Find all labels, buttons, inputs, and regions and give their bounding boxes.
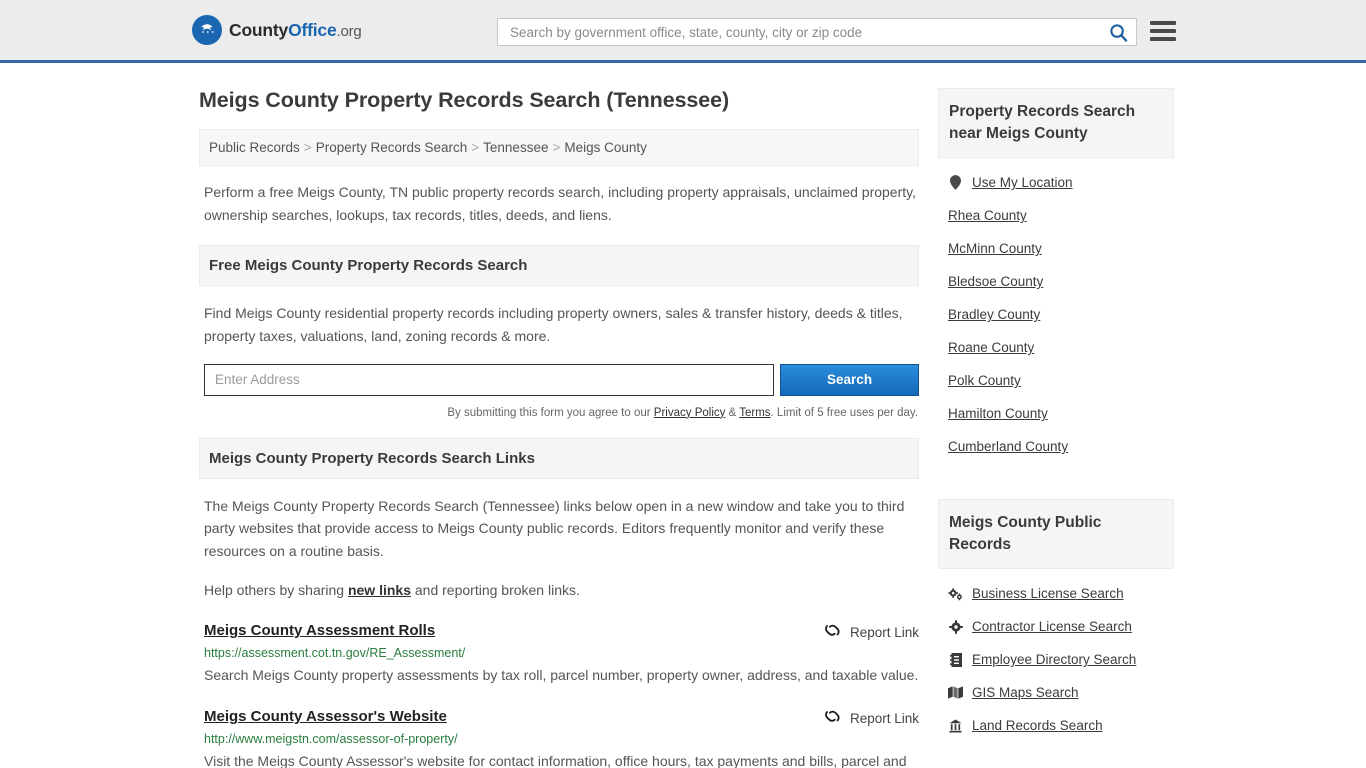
link-entry: Meigs County Assessment Rolls Report Lin… bbox=[204, 622, 919, 687]
report-link-label: Report Link bbox=[849, 710, 919, 726]
page-title: Meigs County Property Records Search (Te… bbox=[199, 88, 730, 112]
report-link-button[interactable]: Report Link bbox=[824, 708, 919, 727]
sidebar-item-label[interactable]: Land Records Search bbox=[972, 718, 1103, 733]
sidebar-item-bledsoe-county[interactable]: Bledsoe County bbox=[938, 265, 1174, 298]
sidebar-item-employee-directory-search[interactable]: Employee Directory Search bbox=[938, 643, 1174, 676]
sidebar-item-rhea-county[interactable]: Rhea County bbox=[938, 199, 1174, 232]
link-entry-description: Visit the Meigs County Assessor's websit… bbox=[204, 753, 907, 768]
link-entry-header: Meigs County Assessor's Website Report L… bbox=[204, 708, 919, 727]
hamburger-bar bbox=[1150, 37, 1176, 41]
search-input[interactable] bbox=[508, 23, 1109, 41]
link-entry: Meigs County Assessor's Website Report L… bbox=[204, 708, 919, 768]
sidebar-public-records-heading: Meigs County Public Records bbox=[938, 499, 1174, 569]
sidebar-item-land-records-search[interactable]: Land Records Search bbox=[938, 709, 1174, 742]
broken-link-icon bbox=[824, 709, 841, 727]
sidebar-item-label[interactable]: Hamilton County bbox=[948, 406, 1048, 421]
links-section-help: Help others by sharing new links and rep… bbox=[204, 579, 919, 602]
sidebar-item-label[interactable]: McMinn County bbox=[948, 241, 1042, 256]
report-link-label: Report Link bbox=[849, 624, 919, 640]
link-entry-url[interactable]: https://assessment.cot.tn.gov/RE_Assessm… bbox=[204, 646, 919, 660]
help-text-pre: Help others by sharing bbox=[204, 581, 348, 598]
links-section-heading: Meigs County Property Records Search Lin… bbox=[199, 437, 919, 479]
link-entry-description: Search Meigs County property assessments… bbox=[204, 667, 919, 684]
cogs-icon bbox=[948, 587, 963, 601]
sidebar-item-hamilton-county[interactable]: Hamilton County bbox=[938, 397, 1174, 430]
address-input[interactable] bbox=[204, 363, 775, 396]
breadcrumb-item-public-records[interactable]: Public Records bbox=[209, 140, 300, 155]
sidebar: Property Records Search near Meigs Count… bbox=[938, 63, 1174, 768]
sidebar-item-contractor-license-search[interactable]: Contractor License Search bbox=[938, 610, 1174, 643]
address-book-icon bbox=[948, 652, 963, 667]
link-entry-url[interactable]: http://www.meigstn.com/assessor-of-prope… bbox=[204, 732, 919, 746]
sidebar-nearby-heading: Property Records Search near Meigs Count… bbox=[938, 88, 1174, 158]
sidebar-item-label[interactable]: Cumberland County bbox=[948, 439, 1068, 454]
site-logo-text: CountyOffice.org bbox=[229, 20, 362, 41]
help-text-post: and reporting broken links. bbox=[411, 581, 580, 598]
site-logo[interactable]: CountyOffice.org bbox=[192, 15, 362, 45]
page-container: Meigs County Property Records Search (Te… bbox=[0, 63, 1366, 768]
sidebar-item-label[interactable]: Employee Directory Search bbox=[972, 652, 1136, 667]
breadcrumb-item-meigs-county: Meigs County bbox=[564, 140, 647, 155]
privacy-policy-link[interactable]: Privacy Policy bbox=[654, 407, 726, 419]
landmark-icon bbox=[948, 719, 963, 733]
breadcrumb-separator: > bbox=[303, 140, 312, 155]
sidebar-item-use-my-location[interactable]: Use My Location bbox=[938, 166, 1174, 199]
link-entry-header: Meigs County Assessment Rolls Report Lin… bbox=[204, 622, 919, 641]
sidebar-item-label[interactable]: Bledsoe County bbox=[948, 274, 1043, 289]
page-intro-text: Perform a free Meigs County, TN public p… bbox=[204, 184, 916, 223]
free-search-heading: Free Meigs County Property Records Searc… bbox=[199, 245, 919, 287]
links-section-body: The Meigs County Property Records Search… bbox=[204, 497, 905, 560]
map-pin-icon bbox=[948, 175, 963, 190]
hamburger-menu-icon[interactable] bbox=[1150, 21, 1176, 41]
breadcrumb-separator: > bbox=[471, 140, 480, 155]
search-icon[interactable] bbox=[1109, 23, 1128, 42]
eagle-seal-icon bbox=[192, 15, 222, 45]
terms-link[interactable]: Terms bbox=[739, 407, 770, 419]
sidebar-item-label[interactable]: Contractor License Search bbox=[972, 619, 1132, 634]
sidebar-item-label[interactable]: GIS Maps Search bbox=[972, 685, 1079, 700]
link-entry-title[interactable]: Meigs County Assessor's Website bbox=[204, 708, 447, 725]
logo-word-office: Office bbox=[288, 19, 337, 40]
sidebar-item-business-license-search[interactable]: Business License Search bbox=[938, 577, 1174, 610]
address-search-form: Search bbox=[204, 363, 919, 396]
form-disclaimer: By submitting this form you agree to our… bbox=[199, 407, 919, 419]
breadcrumb-item-tennessee[interactable]: Tennessee bbox=[483, 140, 548, 155]
link-entry-title[interactable]: Meigs County Assessment Rolls bbox=[204, 622, 435, 639]
map-icon bbox=[948, 686, 963, 699]
broken-link-icon bbox=[824, 623, 841, 641]
sidebar-item-label[interactable]: Business License Search bbox=[972, 586, 1124, 601]
report-link-button[interactable]: Report Link bbox=[824, 622, 919, 641]
hamburger-bar bbox=[1150, 29, 1176, 33]
sidebar-item-bradley-county[interactable]: Bradley County bbox=[938, 298, 1174, 331]
sidebar-item-label[interactable]: Rhea County bbox=[948, 208, 1027, 223]
breadcrumb-separator: > bbox=[552, 140, 561, 155]
free-search-body: Find Meigs County residential property r… bbox=[204, 305, 903, 345]
site-header: CountyOffice.org bbox=[0, 0, 1366, 63]
main-content: Meigs County Property Records Search (Te… bbox=[199, 63, 919, 768]
global-search-box[interactable] bbox=[497, 18, 1137, 46]
sidebar-item-roane-county[interactable]: Roane County bbox=[938, 331, 1174, 364]
breadcrumb: Public Records > Property Records Search > T… bbox=[199, 129, 919, 166]
disclaimer-amp: & bbox=[725, 406, 740, 419]
new-links-link[interactable]: new links bbox=[348, 582, 411, 598]
sidebar-item-label[interactable]: Use My Location bbox=[972, 175, 1073, 190]
disclaimer-text-pre: By submitting this form you agree to our bbox=[447, 406, 654, 419]
sidebar-item-label[interactable]: Bradley County bbox=[948, 307, 1040, 322]
breadcrumb-item-property-records-search[interactable]: Property Records Search bbox=[316, 140, 468, 155]
sidebar-public-records-list: Business License Search Contractor Licen… bbox=[938, 577, 1174, 742]
disclaimer-text-post: . Limit of 5 free uses per day. bbox=[770, 406, 918, 419]
sidebar-item-label[interactable]: Polk County bbox=[948, 373, 1021, 388]
sidebar-nearby-list: Use My Location Rhea County McMinn Count… bbox=[938, 166, 1174, 463]
address-search-button[interactable]: Search bbox=[780, 363, 919, 396]
gear-icon bbox=[948, 619, 963, 634]
hamburger-bar bbox=[1150, 21, 1176, 25]
sidebar-item-cumberland-county[interactable]: Cumberland County bbox=[938, 430, 1174, 463]
logo-word-county: County bbox=[229, 19, 289, 40]
sidebar-item-mcminn-county[interactable]: McMinn County bbox=[938, 232, 1174, 265]
logo-word-org: .org bbox=[336, 22, 362, 40]
sidebar-item-polk-county[interactable]: Polk County bbox=[938, 364, 1174, 397]
sidebar-item-label[interactable]: Roane County bbox=[948, 340, 1034, 355]
sidebar-item-gis-maps-search[interactable]: GIS Maps Search bbox=[938, 676, 1174, 709]
